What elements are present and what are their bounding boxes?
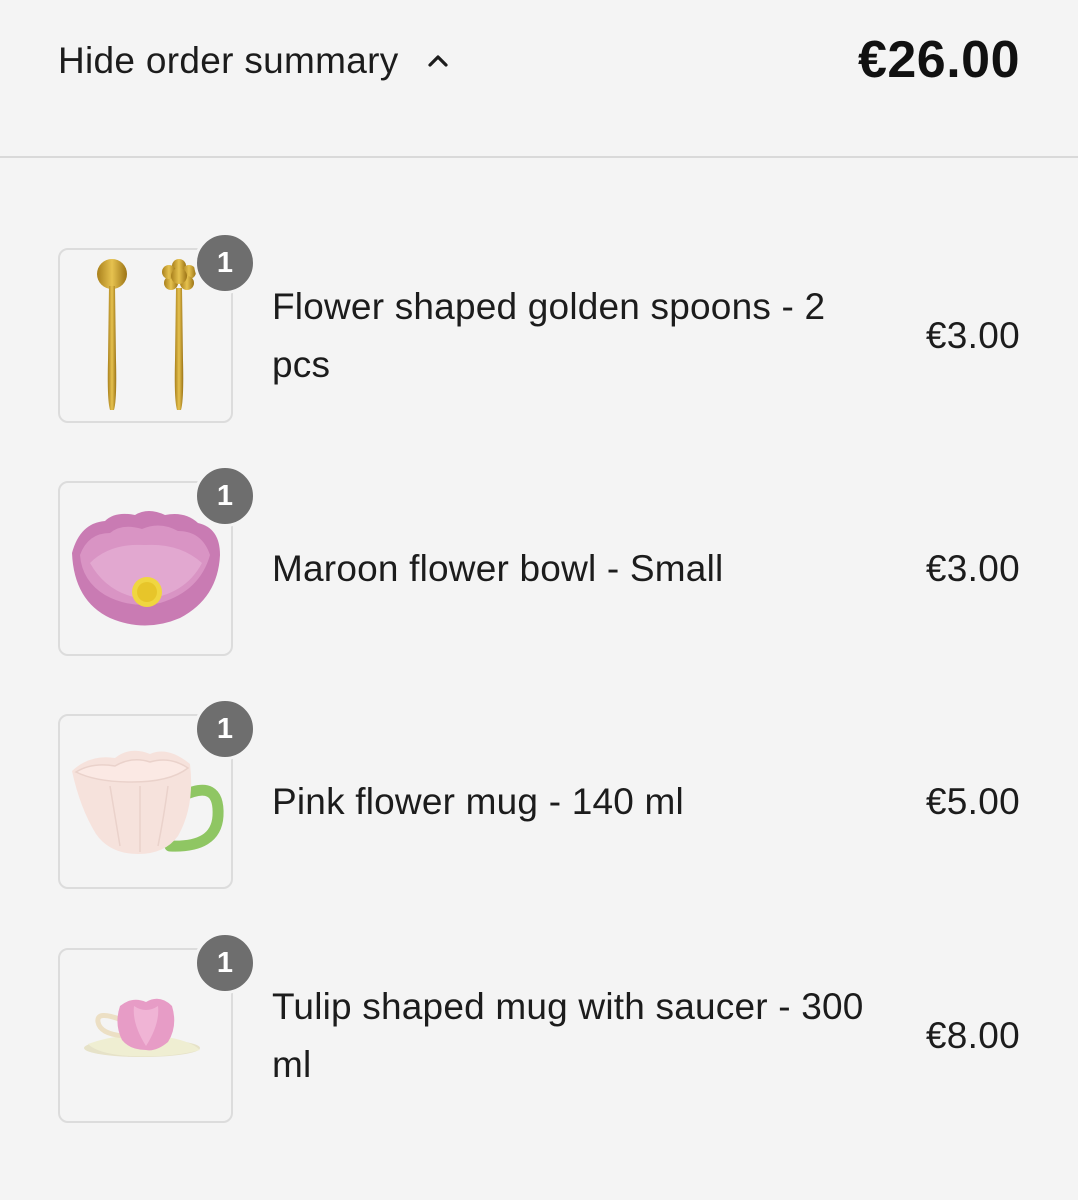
line-item: 1 Tulip shaped mug with saucer - 300 ml …: [58, 932, 1020, 1123]
product-name: Pink flower mug - 140 ml: [272, 780, 684, 822]
order-total: €26.00: [857, 31, 1020, 89]
product-name: Maroon flower bowl - Small: [272, 547, 724, 589]
chevron-up-icon: [427, 55, 448, 67]
quantity-badge: 1: [194, 932, 256, 994]
line-item: 1 Flower shaped golden spoons - 2 pcs €3…: [58, 232, 1020, 423]
product-name: Tulip shaped mug with saucer - 300 ml: [272, 985, 864, 1085]
product-thumbnail: 1: [58, 232, 256, 423]
product-name: Flower shaped golden spoons - 2 pcs: [272, 285, 826, 385]
quantity-badge: 1: [194, 232, 256, 294]
product-price: €3.00: [925, 547, 1020, 589]
product-thumbnail: 1: [58, 698, 256, 889]
quantity-badge: 1: [194, 698, 256, 760]
order-summary-header: Hide order summary €26.00: [0, 0, 1078, 158]
hide-order-summary-toggle[interactable]: Hide order summary: [58, 38, 451, 84]
product-thumbnail: 1: [58, 465, 256, 656]
product-price: €8.00: [925, 1014, 1020, 1056]
toggle-label: Hide order summary: [58, 40, 399, 81]
line-item: 1 Pink flower mug - 140 ml €5.00: [58, 698, 1020, 889]
product-thumbnail: 1: [58, 932, 256, 1123]
product-price: €5.00: [925, 780, 1020, 822]
line-item: 1 Maroon flower bowl - Small €3.00: [58, 465, 1020, 656]
quantity-badge: 1: [194, 465, 256, 527]
product-price: €3.00: [925, 314, 1020, 356]
